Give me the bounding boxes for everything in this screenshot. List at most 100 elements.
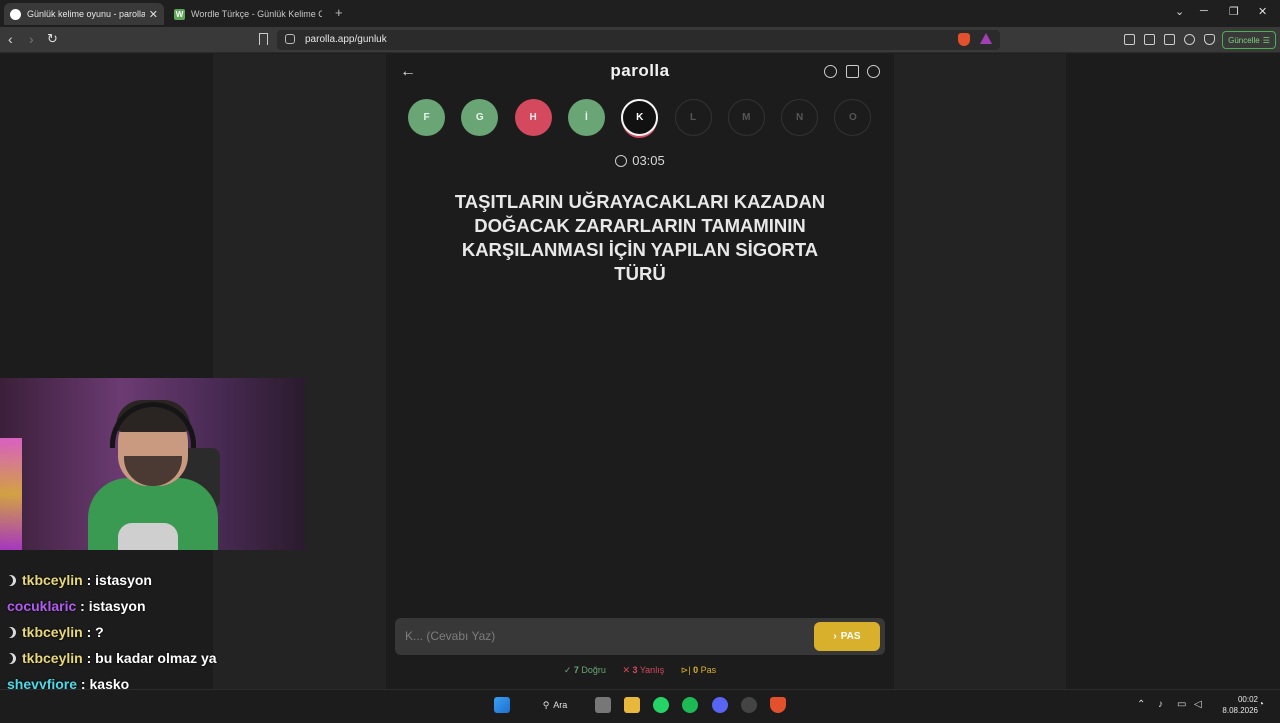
correct-label: Doğru — [581, 665, 606, 675]
wrong-count: 3 — [632, 665, 638, 675]
clock-icon — [615, 155, 628, 167]
tab-close-icon[interactable]: ✕ — [149, 8, 158, 21]
correct-count: 7 — [573, 665, 579, 675]
chat-text: istasyon — [88, 598, 146, 614]
chat-separator: : — [82, 624, 96, 640]
whatsapp-icon[interactable] — [653, 697, 669, 713]
sidebar-icon[interactable] — [1144, 34, 1155, 45]
navigation-bar: ‹ › ↻ parolla.app/gunluk Güncelle ☰ — [0, 27, 1280, 53]
obs-icon[interactable] — [741, 697, 757, 713]
webcam-overlay — [0, 378, 305, 550]
moon-badge-icon — [5, 575, 16, 586]
chat-message: cocuklaric : istasyon — [0, 593, 320, 619]
address-bar[interactable]: parolla.app/gunluk — [277, 30, 1000, 50]
pass-stat: ⊳| 0 Pas — [680, 665, 717, 675]
search-icon: ⚲ — [542, 699, 550, 710]
chevron-right-icon: › — [833, 631, 837, 642]
forward-button[interactable]: › — [29, 32, 34, 46]
update-label: Güncelle — [1228, 35, 1260, 45]
chat-message: tkbceylin : ? — [0, 619, 320, 645]
minimize-button[interactable]: ─ — [1200, 5, 1208, 17]
stats-chart-icon[interactable] — [846, 65, 859, 78]
chat-separator: : — [82, 572, 96, 588]
letter-circle: G — [461, 99, 499, 136]
chat-text: ? — [95, 624, 104, 640]
taskbar: ⚲ Ara ⌃ ♪ ▭ ◁ 00:02 8.08.2026 ◔ — [0, 689, 1280, 720]
tab-title: Günlük kelime oyunu - parolla - — [27, 9, 145, 19]
notification-bell-icon[interactable]: ◔ — [1258, 699, 1264, 710]
new-tab-button[interactable]: + — [335, 5, 343, 20]
close-window-button[interactable]: ✕ — [1258, 5, 1267, 18]
letter-circle: İ — [567, 99, 605, 136]
site-info-icon[interactable] — [285, 34, 295, 44]
letter-progress: FGHİKLMNO — [386, 99, 894, 139]
leo-ai-icon[interactable] — [1184, 34, 1195, 45]
spotify-icon[interactable] — [682, 697, 698, 713]
letter-circle: L — [674, 99, 712, 136]
moon-badge-icon — [5, 627, 16, 638]
pass-count: 0 — [693, 665, 699, 675]
extensions-icon[interactable] — [1124, 34, 1135, 45]
right-margin — [1066, 54, 1280, 689]
brave-rewards-icon[interactable] — [980, 33, 992, 44]
chat-message: tkbceylin : istasyon — [0, 567, 320, 593]
tab-title: Wordle Türkçe - Günlük Kelime Oyun — [191, 9, 322, 19]
file-explorer-icon[interactable] — [624, 697, 640, 713]
tab-wordle[interactable]: W Wordle Türkçe - Günlük Kelime Oyun — [168, 3, 328, 25]
microphone-icon[interactable]: ♪ — [1158, 699, 1163, 710]
pass-stat-label: Pas — [700, 665, 717, 675]
search-label: Ara — [553, 700, 568, 710]
letter-circle: M — [727, 99, 765, 136]
tray-chevron-icon[interactable]: ⌃ — [1137, 699, 1145, 710]
timer: 03:05 — [386, 153, 894, 168]
page-content: ← parolla FGHİKLMNO 03:05 TAŞITLARIN UĞR… — [0, 54, 1280, 718]
info-icon[interactable] — [824, 65, 837, 78]
score-stats: ✓ 7 Doğru ✕ 3 Yanlış ⊳| 0 Pas — [386, 665, 894, 676]
letter-circle: H — [514, 99, 552, 136]
vpn-shield-icon[interactable] — [1204, 34, 1215, 45]
url-text[interactable]: parolla.app/gunluk — [305, 34, 387, 45]
app-logo[interactable]: parolla — [386, 61, 894, 81]
correct-stat: ✓ 7 Doğru — [563, 665, 606, 675]
chat-username: tkbceylin — [22, 572, 83, 588]
update-button[interactable]: Güncelle ☰ — [1222, 31, 1276, 49]
tab-parolla[interactable]: Günlük kelime oyunu - parolla - ✕ — [4, 3, 164, 25]
wrong-stat: ✕ 3 Yanlış — [622, 665, 665, 675]
letter-circle: O — [834, 99, 872, 136]
windows-start-icon[interactable] — [494, 697, 510, 713]
letter-circle: F — [408, 99, 445, 136]
chat-username: tkbceylin — [22, 624, 83, 640]
back-button[interactable]: ‹ — [8, 32, 13, 46]
brave-shields-icon[interactable] — [958, 33, 970, 46]
chat-username: cocuklaric — [7, 598, 77, 614]
chat-username: tkbceylin — [22, 650, 83, 666]
question-text: TAŞITLARIN UĞRAYACAKLARI KAZADAN DOĞACAK… — [454, 191, 826, 284]
taskbar-search[interactable]: ⚲ Ara — [531, 695, 579, 715]
display-icon[interactable]: ▭ — [1177, 699, 1186, 710]
brave-taskbar-icon[interactable] — [770, 697, 786, 713]
wallet-icon[interactable] — [1164, 34, 1175, 45]
tab-list-chevron-icon[interactable]: ⌄ — [1175, 5, 1184, 18]
clock-time: 00:02 — [1237, 695, 1258, 704]
wrong-label: Yanlış — [639, 665, 665, 675]
letter-circle: K — [621, 99, 659, 136]
microphone — [118, 523, 178, 550]
answer-input[interactable] — [405, 626, 805, 646]
chat-text: bu kadar olmaz ya — [95, 650, 217, 666]
pass-button[interactable]: › PAS — [814, 622, 880, 651]
letter-circle: N — [781, 99, 819, 136]
parolla-favicon-icon — [10, 8, 21, 20]
rgb-pc-case — [0, 438, 22, 550]
menu-icon: ☰ — [1262, 35, 1270, 45]
reload-button[interactable]: ↻ — [47, 32, 58, 46]
clock-date: 8.08.2026 — [1222, 706, 1258, 715]
chat-separator: : — [76, 598, 89, 614]
pass-label: PAS — [840, 631, 861, 642]
task-view-icon[interactable] — [595, 697, 611, 713]
system-clock[interactable]: 00:02 8.08.2026 — [1198, 694, 1258, 716]
chat-text: istasyon — [95, 572, 152, 588]
maximize-button[interactable]: ❐ — [1229, 5, 1239, 18]
bookmark-icon[interactable] — [259, 33, 268, 45]
profile-icon[interactable] — [867, 65, 880, 78]
discord-icon[interactable] — [712, 697, 728, 713]
